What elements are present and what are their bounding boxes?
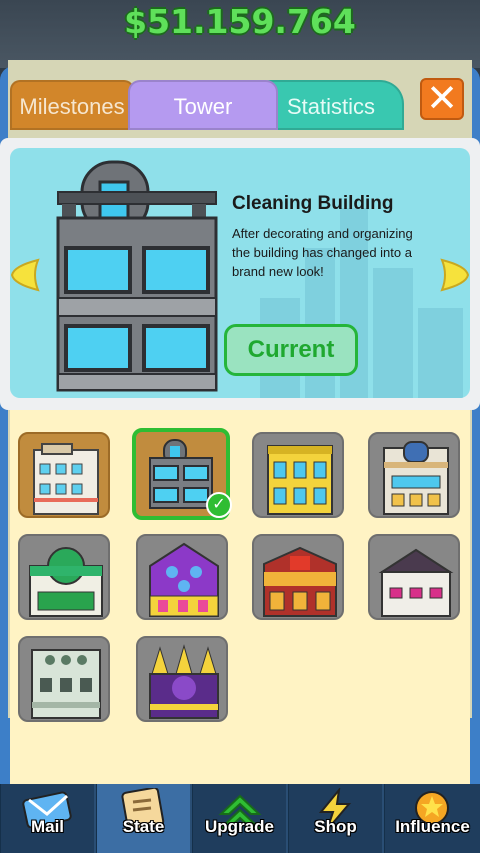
building-tile-10[interactable] bbox=[136, 636, 228, 722]
building-tile-7[interactable] bbox=[252, 534, 344, 620]
nav-state[interactable]: State bbox=[96, 784, 190, 853]
next-arrow-icon[interactable] bbox=[438, 256, 472, 294]
close-x-icon: ✕ bbox=[426, 78, 458, 120]
building-tile-3[interactable] bbox=[252, 432, 344, 518]
feature-title: Cleaning Building bbox=[232, 193, 394, 214]
nav-influence-label: Influence bbox=[395, 817, 470, 836]
building-tile-4[interactable] bbox=[368, 432, 460, 518]
nav-state-label: State bbox=[122, 817, 165, 836]
building-6-icon bbox=[149, 542, 219, 617]
building-8-icon bbox=[378, 548, 454, 617]
building-tile-9[interactable] bbox=[18, 636, 110, 722]
close-button[interactable]: ✕ bbox=[420, 78, 464, 120]
building-tile-8[interactable] bbox=[368, 534, 460, 620]
building-4-icon bbox=[383, 441, 449, 515]
building-10-icon bbox=[149, 644, 219, 719]
feature-description: After decorating and organizing the buil… bbox=[232, 226, 413, 279]
tab-tower[interactable]: Tower bbox=[128, 80, 278, 130]
nav-influence[interactable]: Influence bbox=[384, 784, 480, 853]
money-counter: $51.159.764 bbox=[124, 2, 356, 41]
tab-milestones[interactable]: Milestones bbox=[10, 80, 134, 130]
building-tile-1[interactable] bbox=[18, 432, 110, 518]
nav-mail[interactable]: Mail bbox=[0, 784, 94, 853]
nav-shop[interactable]: Shop bbox=[288, 784, 382, 853]
building-7-icon bbox=[263, 546, 337, 617]
building-5-icon bbox=[29, 547, 103, 617]
featured-building-image bbox=[56, 160, 218, 392]
nav-mail-label: Mail bbox=[30, 817, 65, 836]
building-tile-5[interactable] bbox=[18, 534, 110, 620]
nav-upgrade[interactable]: Upgrade bbox=[192, 784, 286, 853]
nav-upgrade-label: Upgrade bbox=[205, 817, 274, 836]
tab-statistics[interactable]: Statistics bbox=[258, 80, 404, 130]
building-3-icon bbox=[267, 445, 333, 515]
current-button[interactable]: Current bbox=[224, 324, 358, 376]
building-1-icon bbox=[33, 443, 99, 515]
building-tile-6[interactable] bbox=[136, 534, 228, 620]
nav-shop-label: Shop bbox=[314, 817, 357, 836]
building-9-icon bbox=[31, 649, 101, 719]
previous-arrow-icon[interactable] bbox=[8, 256, 42, 294]
selected-check-icon: ✓ bbox=[206, 492, 232, 518]
